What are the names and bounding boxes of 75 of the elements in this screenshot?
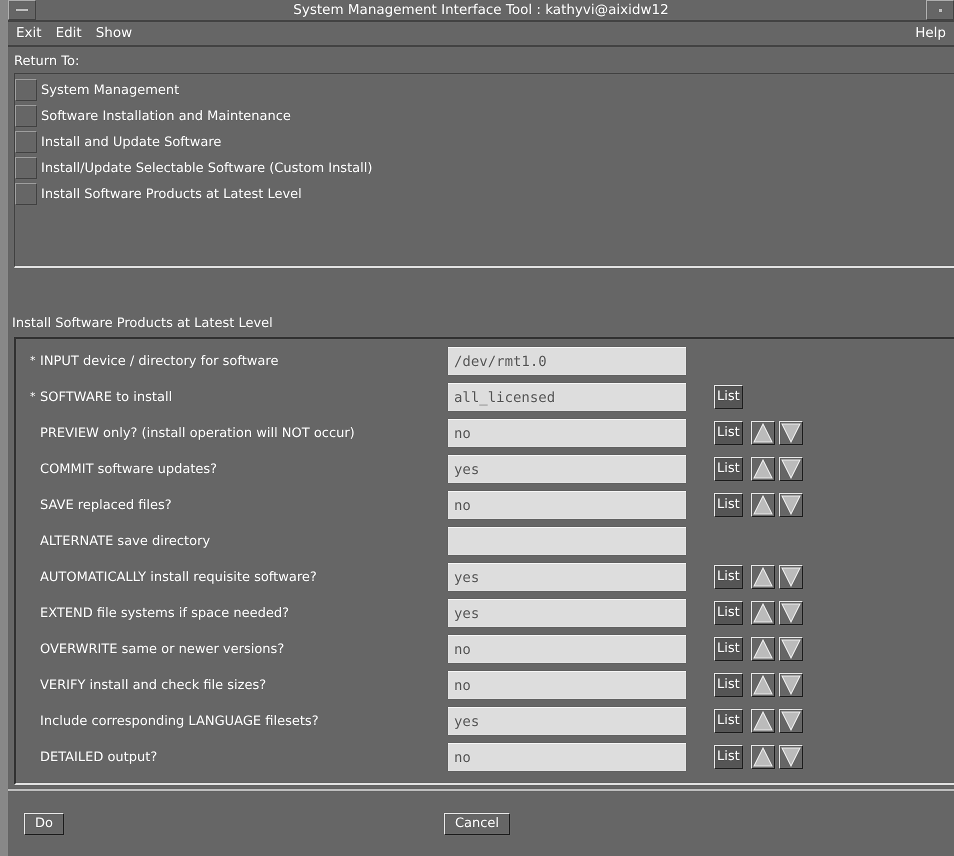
minimize-button[interactable] (926, 0, 954, 20)
increment-arrow-icon[interactable] (750, 565, 775, 590)
increment-arrow-icon[interactable] (750, 637, 775, 662)
list-button[interactable]: List (714, 745, 743, 770)
input-field[interactable]: no (448, 419, 686, 448)
cancel-button[interactable]: Cancel (444, 812, 510, 835)
input-field[interactable]: no (448, 743, 686, 772)
return-button[interactable] (15, 183, 37, 206)
do-button[interactable]: Do (24, 812, 64, 835)
input-field[interactable]: no (448, 671, 686, 700)
decrement-arrow-icon[interactable] (778, 745, 803, 770)
return-item-label[interactable]: Install/Update Selectable Software (Custom Install) (41, 158, 372, 178)
decrement-arrow-icon[interactable] (778, 673, 803, 698)
field-label: INPUT device / directory for software (39, 352, 280, 371)
decrement-arrow-icon[interactable] (778, 493, 803, 518)
return-item-label[interactable]: Software Installation and Maintenance (41, 106, 291, 126)
menu-item[interactable]: Edit (54, 23, 84, 44)
list-button[interactable]: List (714, 457, 743, 482)
field-label: DETAILED output? (39, 748, 158, 767)
increment-arrow-icon[interactable] (750, 457, 775, 482)
input-field[interactable]: yes (448, 599, 686, 628)
increment-arrow-icon[interactable] (750, 421, 775, 446)
increment-arrow-icon[interactable] (750, 673, 775, 698)
field-label: Include corresponding LANGUAGE filesets? (39, 712, 320, 731)
section-title: Return To: (13, 52, 80, 71)
required-marker: * (30, 353, 36, 370)
input-field[interactable] (448, 527, 686, 556)
input-field[interactable]: all_licensed (448, 383, 686, 412)
input-field[interactable]: no (448, 491, 686, 520)
input-field[interactable]: yes (448, 563, 686, 592)
field-label: EXTEND file systems if space needed? (39, 604, 290, 623)
return-button[interactable] (15, 131, 37, 154)
increment-arrow-icon[interactable] (750, 601, 775, 626)
increment-arrow-icon[interactable] (750, 709, 775, 734)
input-field[interactable]: /dev/rmt1.0 (448, 347, 686, 376)
field-label: OVERWRITE same or newer versions? (39, 640, 286, 659)
menu-item[interactable]: Show (94, 23, 134, 44)
return-item-label[interactable]: Install Software Products at Latest Level (41, 184, 302, 204)
decrement-arrow-icon[interactable] (778, 709, 803, 734)
list-button[interactable]: List (714, 493, 743, 518)
window-title: System Management Interface Tool : kathyvi@aixidw12 (292, 0, 670, 20)
field-label: SAVE replaced files? (39, 496, 173, 515)
list-button[interactable]: List (714, 637, 743, 662)
list-button[interactable]: List (714, 385, 743, 410)
return-button[interactable] (15, 105, 37, 128)
field-label: AUTOMATICALLY install requisite software? (39, 568, 318, 587)
field-label: VERIFY install and check file sizes? (39, 676, 268, 695)
return-item-label[interactable]: Install and Update Software (41, 132, 222, 152)
form-title: Install Software Products at Latest Level (12, 316, 273, 331)
input-field[interactable]: no (448, 635, 686, 664)
increment-arrow-icon[interactable] (750, 745, 775, 770)
return-item-label[interactable]: System Management (41, 80, 180, 100)
decrement-arrow-icon[interactable] (778, 421, 803, 446)
field-label: PREVIEW only? (install operation will NOT occur) (39, 424, 356, 443)
list-button[interactable]: List (714, 709, 743, 734)
menu-item[interactable]: Exit (14, 23, 44, 44)
input-field[interactable]: yes (448, 707, 686, 736)
list-button[interactable]: List (714, 673, 743, 698)
input-field[interactable]: yes (448, 455, 686, 484)
required-marker: * (30, 389, 36, 406)
list-button[interactable]: List (714, 565, 743, 590)
help-menu[interactable]: Help (913, 23, 948, 44)
return-button[interactable] (15, 157, 37, 180)
decrement-arrow-icon[interactable] (778, 457, 803, 482)
decrement-arrow-icon[interactable] (778, 637, 803, 662)
list-button[interactable]: List (714, 601, 743, 626)
decrement-arrow-icon[interactable] (778, 601, 803, 626)
increment-arrow-icon[interactable] (750, 493, 775, 518)
field-label: COMMIT software updates? (39, 460, 218, 479)
field-label: ALTERNATE save directory (39, 532, 212, 551)
decrement-arrow-icon[interactable] (778, 565, 803, 590)
list-button[interactable]: List (714, 421, 743, 446)
field-label: SOFTWARE to install (39, 388, 174, 407)
return-button[interactable] (15, 79, 37, 102)
window-menu-button[interactable] (8, 0, 36, 20)
